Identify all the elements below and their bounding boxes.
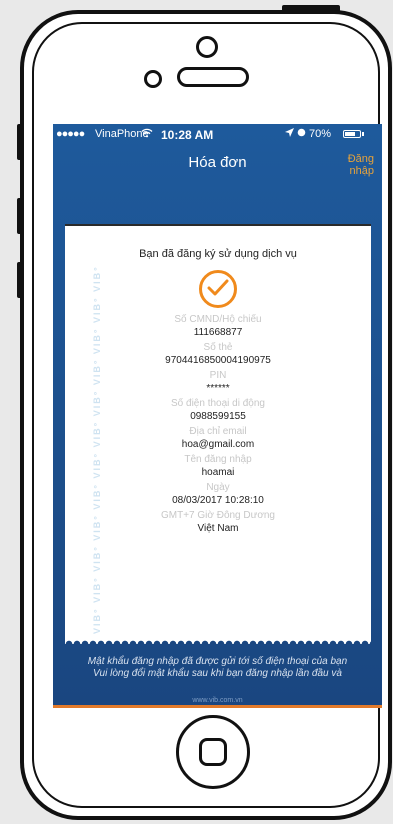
footer-note-line2: Vui lòng đổi mật khẩu sau khi bạn đăng n…: [93, 668, 342, 679]
field-id-number: Số CMND/Hộ chiếu 111668877: [65, 314, 371, 338]
field-value: ******: [206, 383, 230, 394]
field-timezone: GMT+7 Giờ Đông Dương Việt Nam: [65, 510, 371, 534]
signal-strength: ●●●●●: [56, 128, 85, 140]
battery-icon: [343, 130, 361, 138]
success-check-icon: [199, 270, 237, 308]
footer-note: Mật khẩu đăng nhập đã được gửi tới số đi…: [59, 656, 376, 680]
footer-url: www.vib.com.vn: [192, 697, 243, 704]
field-email: Địa chỉ email hoa@gmail.com: [65, 426, 371, 450]
field-value: 08/03/2017 10:28:10: [172, 495, 264, 506]
receipt-torn-edge: [65, 636, 371, 644]
app-screen: ●●●●● VinaPhone 10:28 AM 70% Hóa đơn Đăn…: [53, 124, 382, 708]
field-label: GMT+7 Giờ Đông Dương: [160, 510, 275, 521]
field-value: 9704416850004190975: [165, 355, 271, 366]
login-button[interactable]: Đăng nhập: [334, 153, 374, 177]
proximity-sensor: [144, 70, 162, 88]
field-pin: PIN ******: [65, 370, 371, 394]
receipt-heading: Bạn đã đăng ký sử dụng dịch vụ: [139, 248, 297, 260]
field-card-number: Số thẻ 9704416850004190975: [65, 342, 371, 366]
login-label-line2: nhập: [349, 165, 374, 177]
home-button[interactable]: [176, 715, 250, 789]
field-username: Tên đăng nhập hoamai: [65, 454, 371, 478]
footer-note-line1: Mật khẩu đăng nhập đã được gửi tới số đi…: [87, 656, 348, 667]
battery-tip: [362, 132, 364, 136]
battery-percent: 70%: [309, 128, 332, 140]
clock-time: 10:28 AM: [161, 128, 214, 142]
wifi-icon: [141, 128, 153, 141]
field-label: Địa chỉ email: [189, 426, 247, 437]
home-square-icon: [199, 738, 227, 766]
receipt-card: VIB° VIB° VIB° VIB° VIB° VIB° VIB° VIB° …: [65, 224, 371, 644]
login-label-line1: Đăng: [347, 153, 374, 165]
bottom-accent-strip: [53, 705, 382, 708]
alarm-icon: [297, 128, 306, 140]
field-label: Số thẻ: [203, 342, 233, 353]
battery-fill: [345, 132, 355, 136]
field-value: 0988599155: [190, 411, 246, 422]
field-label: Số điện thoại di động: [171, 398, 265, 409]
page-title: Hóa đơn: [188, 154, 247, 171]
field-phone: Số điện thoại di động 0988599155: [65, 398, 371, 422]
field-value: hoamai: [201, 467, 235, 478]
receipt-top-edge: [65, 224, 371, 232]
nav-bar: Hóa đơn Đăng nhập: [53, 144, 382, 184]
status-bar: ●●●●● VinaPhone 10:28 AM 70%: [53, 124, 382, 144]
field-date: Ngày 08/03/2017 10:28:10: [65, 482, 371, 506]
front-camera: [196, 36, 218, 58]
field-label: Tên đăng nhập: [184, 454, 252, 465]
earpiece-speaker: [177, 67, 249, 87]
field-label: Ngày: [206, 482, 230, 493]
location-icon: [285, 128, 294, 140]
field-value: hoa@gmail.com: [181, 439, 255, 450]
receipt-content: Bạn đã đăng ký sử dụng dịch vụ Số CMND/H…: [65, 238, 371, 534]
field-label: Số CMND/Hộ chiếu: [174, 314, 262, 325]
field-label: PIN: [209, 370, 227, 381]
field-value: 111668877: [193, 327, 243, 338]
field-value: Việt Nam: [197, 523, 239, 534]
